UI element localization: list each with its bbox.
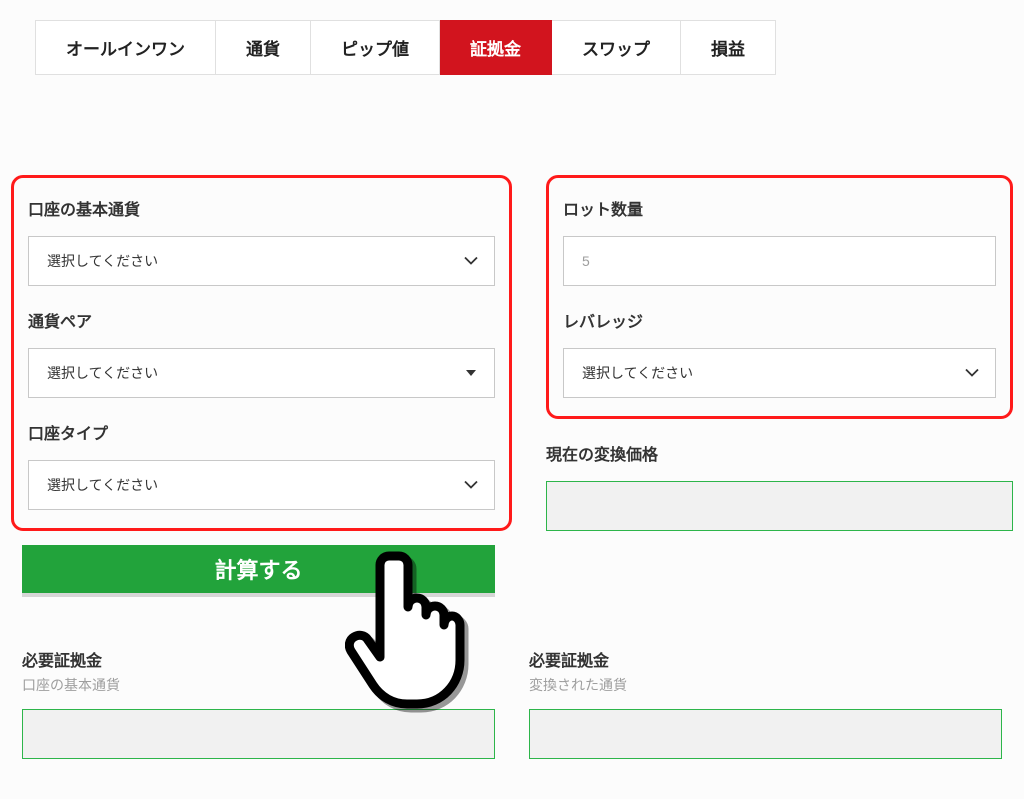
result-right: 必要証拠金 変換された通貨: [529, 647, 1002, 759]
tab-label: 証拠金: [470, 35, 521, 60]
tab-label: スワップ: [582, 35, 650, 60]
select-currency-pair[interactable]: 選択してください: [28, 348, 495, 398]
output-conv-rate: [546, 481, 1013, 531]
lot-field[interactable]: [582, 237, 977, 285]
chevron-down-icon: [965, 369, 979, 378]
tab-label: ピップ値: [341, 35, 409, 60]
tab-margin[interactable]: 証拠金: [440, 20, 552, 75]
results-row: 必要証拠金 口座の基本通貨 必要証拠金 変換された通貨: [22, 647, 1002, 759]
result-left-sub: 口座の基本通貨: [22, 675, 495, 695]
select-account-type[interactable]: 選択してください: [28, 460, 495, 510]
label-conv-rate: 現在の変換価格: [546, 441, 1013, 465]
label-leverage: レバレッジ: [563, 308, 996, 332]
select-placeholder: 選択してください: [47, 251, 158, 271]
label-currency-pair: 通貨ペア: [28, 308, 495, 332]
tab-label: オールインワン: [66, 35, 185, 60]
label-base-currency: 口座の基本通貨: [28, 196, 495, 220]
output-margin-base: [22, 709, 495, 759]
tab-all-in-one[interactable]: オールインワン: [35, 20, 216, 75]
result-left-title: 必要証拠金: [22, 647, 495, 671]
select-placeholder: 選択してください: [582, 363, 693, 383]
label-lot: ロット数量: [563, 196, 996, 220]
conversion-rate-area: 現在の変換価格: [546, 441, 1013, 531]
tab-label: 損益: [711, 35, 745, 60]
tab-swap[interactable]: スワップ: [552, 20, 681, 75]
tab-pl[interactable]: 損益: [681, 20, 776, 75]
select-placeholder: 選択してください: [47, 363, 158, 383]
output-margin-conv: [529, 709, 1002, 759]
chevron-down-icon: [464, 257, 478, 266]
label-account-type: 口座タイプ: [28, 420, 495, 444]
calculate-button-label: 計算する: [214, 553, 302, 585]
calculate-button[interactable]: 計算する: [22, 545, 495, 593]
panel-left: 口座の基本通貨 選択してください 通貨ペア 選択してください 口座タイプ 選択し…: [11, 175, 512, 531]
tab-bar: オールインワン 通貨 ピップ値 証拠金 スワップ 損益: [35, 20, 1024, 75]
tab-currency[interactable]: 通貨: [216, 20, 311, 75]
result-right-title: 必要証拠金: [529, 647, 1002, 671]
chevron-down-icon: [464, 481, 478, 490]
result-left: 必要証拠金 口座の基本通貨: [22, 647, 495, 759]
select-leverage[interactable]: 選択してください: [563, 348, 996, 398]
button-shadow: [22, 593, 495, 597]
tab-label: 通貨: [246, 35, 280, 60]
result-right-sub: 変換された通貨: [529, 675, 1002, 695]
tab-pip[interactable]: ピップ値: [311, 20, 440, 75]
triangle-down-icon: [466, 370, 476, 376]
input-lot[interactable]: [563, 236, 996, 286]
select-placeholder: 選択してください: [47, 475, 158, 495]
panel-right: ロット数量 レバレッジ 選択してください: [546, 175, 1013, 419]
select-base-currency[interactable]: 選択してください: [28, 236, 495, 286]
